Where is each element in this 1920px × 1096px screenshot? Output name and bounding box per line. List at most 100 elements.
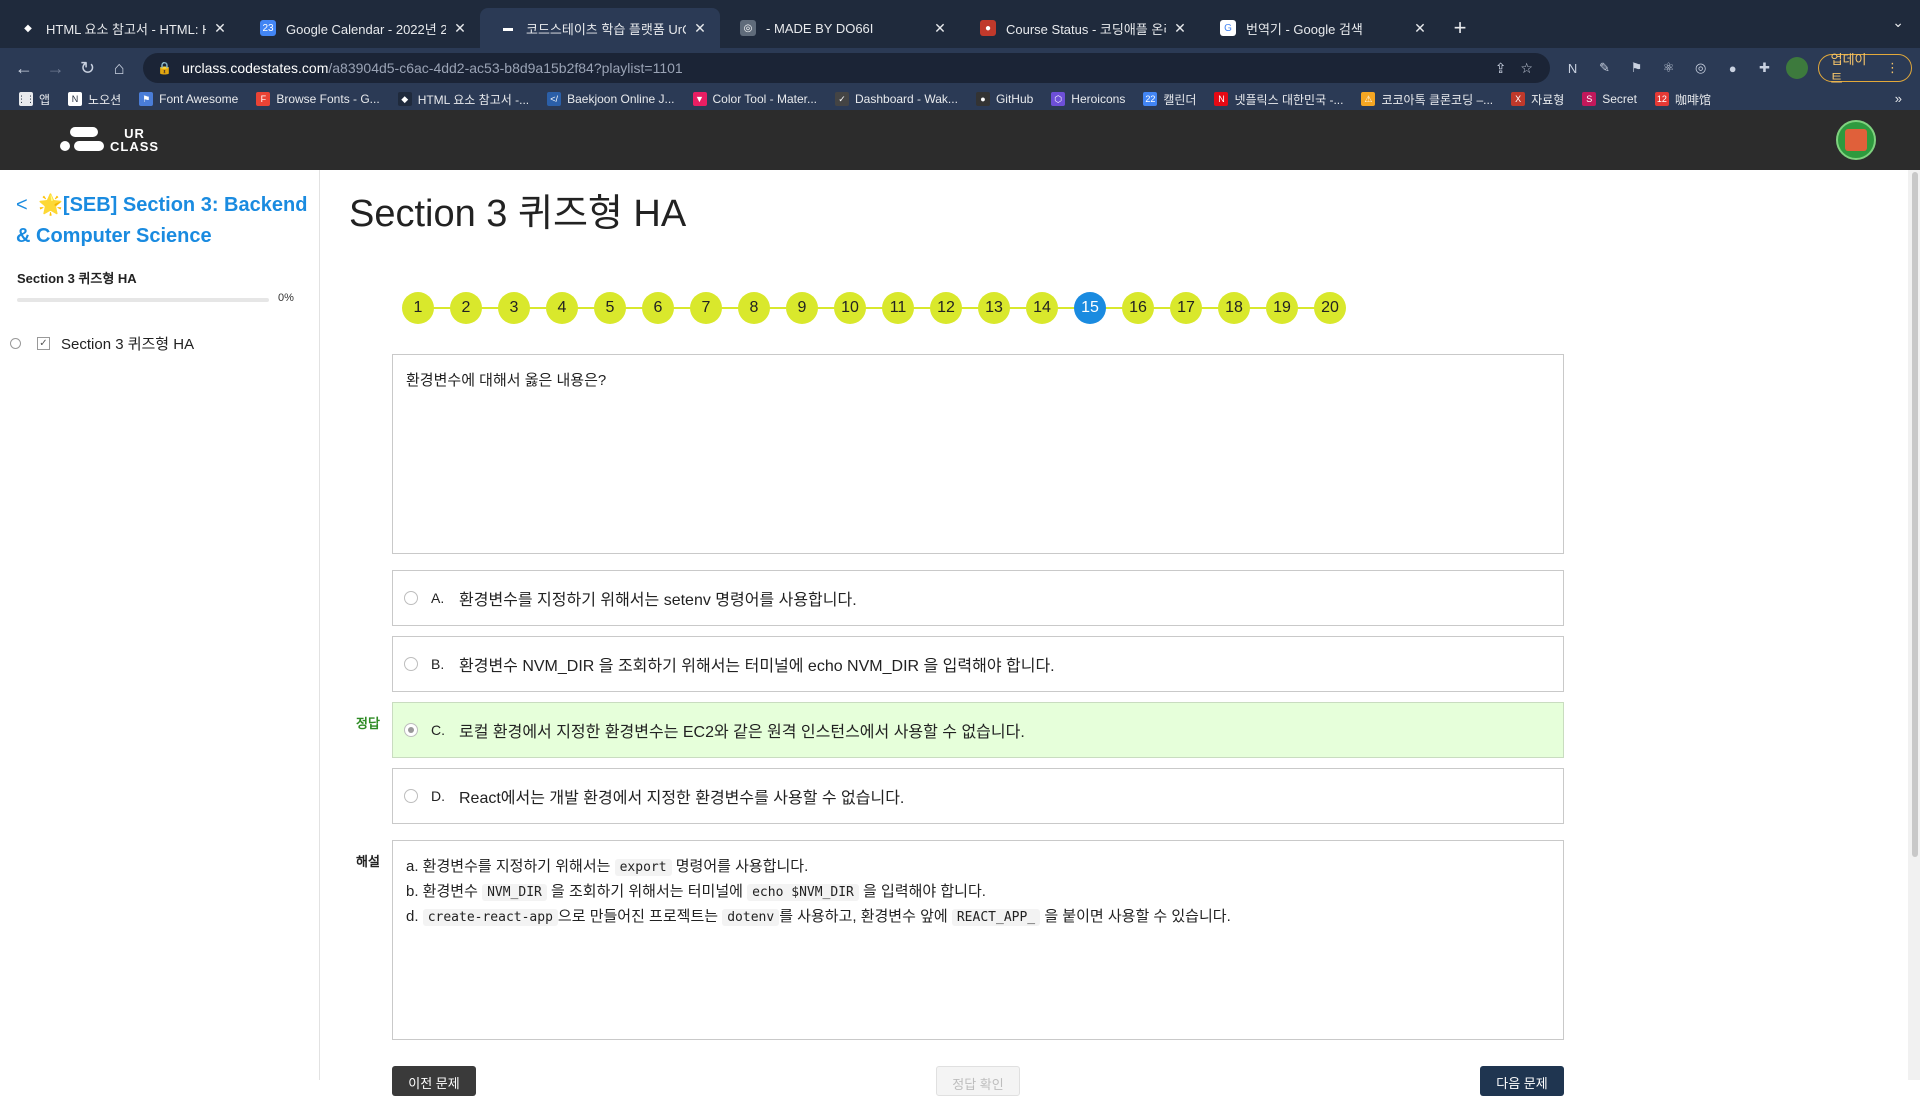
- puzzle-extension-icon[interactable]: ✚: [1752, 55, 1778, 81]
- checkbox-icon: ✓: [37, 336, 50, 350]
- bookmark-item[interactable]: X 자료형: [1504, 91, 1571, 108]
- bookmark-favicon-icon: ▼: [692, 92, 707, 106]
- question-number-button[interactable]: 18: [1218, 292, 1250, 324]
- browser-tab-bar: ◆ HTML 요소 참고서 - HTML: Hype ✕ 23 Google Calen…: [0, 0, 1920, 48]
- reload-icon[interactable]: ↻: [72, 52, 104, 84]
- new-tab-plus-icon[interactable]: +: [1440, 8, 1480, 48]
- question-number-button[interactable]: 4: [546, 292, 578, 324]
- react-extension-icon[interactable]: ⚛: [1656, 55, 1682, 81]
- tab-favicon-icon: ◆: [20, 20, 36, 36]
- browser-tab[interactable]: 23 Google Calendar - 2022년 2월 2 ✕: [240, 8, 480, 48]
- bookmark-item[interactable]: ⚑ Font Awesome: [132, 92, 245, 106]
- question-number-button[interactable]: 17: [1170, 292, 1202, 324]
- question-number-button[interactable]: 19: [1266, 292, 1298, 324]
- bookmark-item[interactable]: ⬡ Heroicons: [1044, 92, 1132, 106]
- more-vert-icon: ⋮: [1886, 60, 1899, 75]
- bookmark-favicon-icon: N: [68, 92, 83, 106]
- home-icon[interactable]: ⌂: [103, 52, 135, 84]
- browser-tab[interactable]: G 번역기 - Google 검색 ✕: [1200, 8, 1440, 48]
- question-number-button[interactable]: 10: [834, 292, 866, 324]
- choice-a[interactable]: A. 환경변수를 지정하기 위해서는 setenv 명령어를 사용합니다.: [392, 570, 1564, 626]
- bookmark-item[interactable]: 12 咖啡馆: [1648, 91, 1718, 108]
- bookmark-item[interactable]: ▼ Color Tool - Mater...: [686, 92, 824, 106]
- choice-c[interactable]: C. 로컬 환경에서 지정한 환경변수는 EC2와 같은 원격 인스턴스에서 사…: [392, 702, 1564, 758]
- close-icon[interactable]: ✕: [932, 20, 948, 37]
- close-icon[interactable]: ✕: [212, 20, 228, 37]
- bookmarks-more-icon[interactable]: »: [1895, 91, 1902, 106]
- question-number-button[interactable]: 12: [930, 292, 962, 324]
- question-number-button[interactable]: 3: [498, 292, 530, 324]
- notion-extension-icon[interactable]: N: [1560, 55, 1586, 81]
- question-number-button[interactable]: 16: [1122, 292, 1154, 324]
- target-extension-icon[interactable]: ◎: [1688, 55, 1714, 81]
- question-number-button[interactable]: 20: [1314, 292, 1346, 324]
- question-number-button[interactable]: 6: [642, 292, 674, 324]
- choice-radio[interactable]: [404, 591, 418, 605]
- close-icon[interactable]: ✕: [1412, 20, 1428, 37]
- urclass-logo[interactable]: UR CLASS: [60, 127, 159, 153]
- code-snippet: create-react-app: [422, 909, 558, 926]
- forward-arrow-icon[interactable]: →: [40, 52, 72, 84]
- update-button[interactable]: 업데이트 ⋮: [1817, 52, 1912, 86]
- question-number-button[interactable]: 11: [882, 292, 914, 324]
- pen-extension-icon[interactable]: ✎: [1592, 55, 1618, 81]
- question-number-button[interactable]: 14: [1026, 292, 1058, 324]
- bookmark-item[interactable]: </ Baekjoon Online J...: [540, 92, 681, 106]
- next-question-button[interactable]: 다음 문제: [1480, 1066, 1564, 1096]
- bookmark-item[interactable]: ⚠ 코코아톡 클론코딩 –...: [1354, 91, 1500, 108]
- browser-tab[interactable]: ● Course Status - 코딩애플 온라인 ✕: [960, 8, 1200, 48]
- choice-radio[interactable]: [404, 789, 418, 803]
- bookmark-item[interactable]: N 노오션: [61, 91, 128, 108]
- question-number-button[interactable]: 1: [402, 292, 434, 324]
- question-number-button[interactable]: 7: [690, 292, 722, 324]
- bookmark-item[interactable]: F Browse Fonts - G...: [249, 92, 386, 106]
- question-number-button[interactable]: 13: [978, 292, 1010, 324]
- choice-radio[interactable]: [404, 723, 418, 737]
- bookmark-item[interactable]: ● GitHub: [969, 92, 1040, 106]
- profile-icon[interactable]: [1784, 55, 1810, 81]
- logo-text: UR CLASS: [110, 126, 160, 154]
- bookmark-item[interactable]: N 넷플릭스 대한민국 -...: [1207, 91, 1350, 108]
- url-path: /a83904d5-c6ac-4dd2-ac53-b8d9a15b2f84?pl…: [328, 60, 683, 76]
- back-arrow-icon[interactable]: ←: [8, 52, 40, 84]
- close-icon[interactable]: ✕: [452, 20, 468, 37]
- bookmark-item[interactable]: ✓ Dashboard - Wak...: [828, 92, 965, 106]
- question-number-button[interactable]: 5: [594, 292, 626, 324]
- section-name: Section 3 퀴즈형 HA: [17, 271, 137, 286]
- check-answer-button[interactable]: 정답 확인: [936, 1066, 1020, 1096]
- bookmark-item[interactable]: ⋮⋮ 앱: [12, 91, 57, 108]
- question-number-button[interactable]: 2: [450, 292, 482, 324]
- bookmark-item[interactable]: ◆ HTML 요소 참고서 -...: [391, 91, 536, 108]
- scrollbar-thumb[interactable]: [1912, 172, 1918, 857]
- browser-tab[interactable]: ◆ HTML 요소 참고서 - HTML: Hype ✕: [0, 8, 240, 48]
- browser-tab[interactable]: ▬ 코드스테이츠 학습 플랫폼 UrClass ✕: [480, 8, 720, 48]
- choice-radio[interactable]: [404, 657, 418, 671]
- close-icon[interactable]: ✕: [1172, 20, 1188, 37]
- bookmark-favicon-icon: ⚑: [139, 92, 154, 106]
- course-title[interactable]: < 🌟[SEB] Section 3: Backend & Computer Sc…: [16, 190, 312, 252]
- back-chevron-icon[interactable]: <: [16, 190, 38, 221]
- choice-b[interactable]: B. 환경변수 NVM_DIR 을 조회하기 위해서는 터미널에 echo NV…: [392, 636, 1564, 692]
- lesson-item[interactable]: ✓ Section 3 퀴즈형 HA: [10, 332, 310, 354]
- flag-extension-icon[interactable]: ⚑: [1624, 55, 1650, 81]
- bookmark-favicon-icon: 12: [1654, 92, 1669, 106]
- bookmark-item[interactable]: 22 캘린더: [1136, 91, 1203, 108]
- explanation-line-b: b. 환경변수 NVM_DIR 을 조회하기 위해서는 터미널에 echo $N…: [406, 883, 986, 901]
- bookmark-item[interactable]: S Secret: [1575, 92, 1644, 106]
- share-icon[interactable]: ⇪: [1488, 60, 1514, 77]
- question-number-button[interactable]: 9: [786, 292, 818, 324]
- choice-d[interactable]: D. React에서는 개발 환경에서 지정한 환경변수를 사용할 수 없습니다…: [392, 768, 1564, 824]
- bookmark-favicon-icon: ◆: [397, 92, 412, 106]
- bookmark-star-icon[interactable]: ☆: [1514, 60, 1540, 77]
- bookmark-label: HTML 요소 참고서 -...: [417, 92, 530, 107]
- question-number-button[interactable]: 8: [738, 292, 770, 324]
- user-avatar[interactable]: [1836, 120, 1876, 160]
- cookie-extension-icon[interactable]: ●: [1720, 55, 1746, 81]
- close-icon[interactable]: ✕: [692, 20, 708, 37]
- browser-tab[interactable]: ◎ - MADE BY DO66I ✕: [720, 8, 960, 48]
- address-bar[interactable]: 🔒 urclass.codestates.com/a83904d5-c6ac-4…: [143, 53, 1550, 83]
- question-number-button[interactable]: 15: [1074, 292, 1106, 324]
- prev-question-button[interactable]: 이전 문제: [392, 1066, 476, 1096]
- bookmark-label: 자료형: [1531, 92, 1565, 107]
- tab-list-chevron-icon[interactable]: ⌄: [1892, 14, 1904, 31]
